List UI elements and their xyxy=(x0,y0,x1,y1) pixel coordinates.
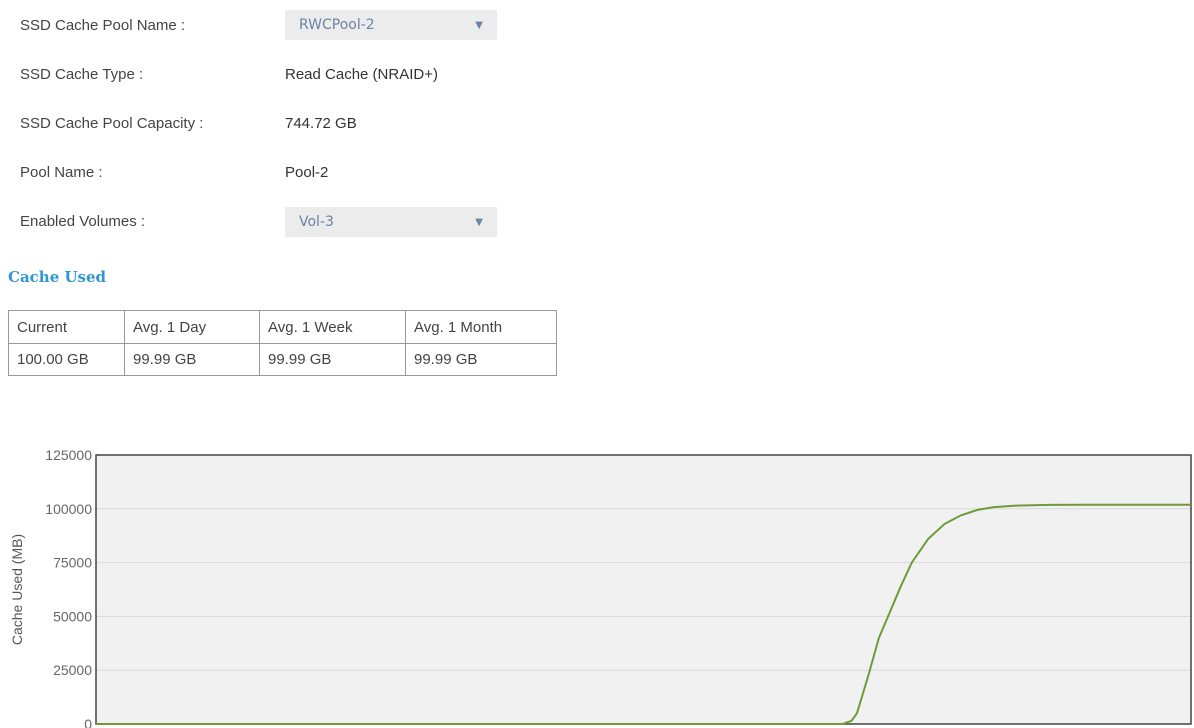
enabled-volumes-select[interactable]: Vol-3 ▼ xyxy=(285,207,497,237)
y-tick-label: 75000 xyxy=(53,555,92,571)
cache-used-chart-svg: 0 25000 50000 75000 100000 125000 Cache Used (… xyxy=(9,447,1192,728)
value-current: 100.00 GB xyxy=(8,343,125,376)
ssd-cache-pool-capacity-label: SSD Cache Pool Capacity : xyxy=(20,114,204,132)
row-pool-name: Pool Name : Pool-2 xyxy=(20,152,328,192)
row-ssd-cache-type: SSD Cache Type : Read Cache (NRAID+) xyxy=(20,54,438,94)
y-tick-label: 125000 xyxy=(45,447,92,463)
value-avg-1-week: 99.99 GB xyxy=(259,343,406,376)
triangle-down-icon: ▼ xyxy=(475,216,483,228)
y-tick-label: 25000 xyxy=(53,662,92,678)
y-tick-label: 100000 xyxy=(45,501,92,517)
y-tick-label: 50000 xyxy=(53,608,92,624)
ssd-cache-pool-name-value: RWCPool-2 xyxy=(299,17,375,33)
row-enabled-volumes: Enabled Volumes : xyxy=(20,201,285,241)
ssd-cache-pool-capacity-value: 744.72 GB xyxy=(285,114,357,132)
ssd-cache-type-label: SSD Cache Type : xyxy=(20,65,144,83)
table-row: 100.00 GB 99.99 GB 99.99 GB 99.99 GB xyxy=(8,343,557,376)
value-avg-1-day: 99.99 GB xyxy=(124,343,260,376)
pool-name-label: Pool Name : xyxy=(20,163,103,181)
y-axis-label: Cache Used (MB) xyxy=(9,534,25,645)
cache-used-table: Current Avg. 1 Day Avg. 1 Week Avg. 1 Mo… xyxy=(8,310,557,376)
row-ssd-cache-pool-capacity: SSD Cache Pool Capacity : 744.72 GB xyxy=(20,103,357,143)
enabled-volumes-value: Vol-3 xyxy=(299,214,334,230)
cache-used-title: Cache Used xyxy=(8,268,107,286)
header-avg-1-week: Avg. 1 Week xyxy=(259,310,406,344)
pool-name-value: Pool-2 xyxy=(285,163,329,181)
y-tick-label: 0 xyxy=(84,716,92,728)
row-ssd-cache-pool-name: SSD Cache Pool Name : xyxy=(20,5,285,45)
enabled-volumes-label: Enabled Volumes : xyxy=(20,212,146,230)
cache-used-chart: 0 25000 50000 75000 100000 125000 Cache Used (… xyxy=(0,440,1194,728)
table-header-row: Current Avg. 1 Day Avg. 1 Week Avg. 1 Mo… xyxy=(8,310,557,344)
header-current: Current xyxy=(8,310,125,344)
ssd-cache-type-value: Read Cache (NRAID+) xyxy=(285,65,438,83)
header-avg-1-day: Avg. 1 Day xyxy=(124,310,260,344)
header-avg-1-month: Avg. 1 Month xyxy=(405,310,557,344)
triangle-down-icon: ▼ xyxy=(475,19,483,31)
plot-area xyxy=(96,455,1191,724)
ssd-cache-pool-name-select[interactable]: RWCPool-2 ▼ xyxy=(285,10,497,40)
value-avg-1-month: 99.99 GB xyxy=(405,343,557,376)
ssd-cache-pool-name-label: SSD Cache Pool Name : xyxy=(20,16,186,34)
